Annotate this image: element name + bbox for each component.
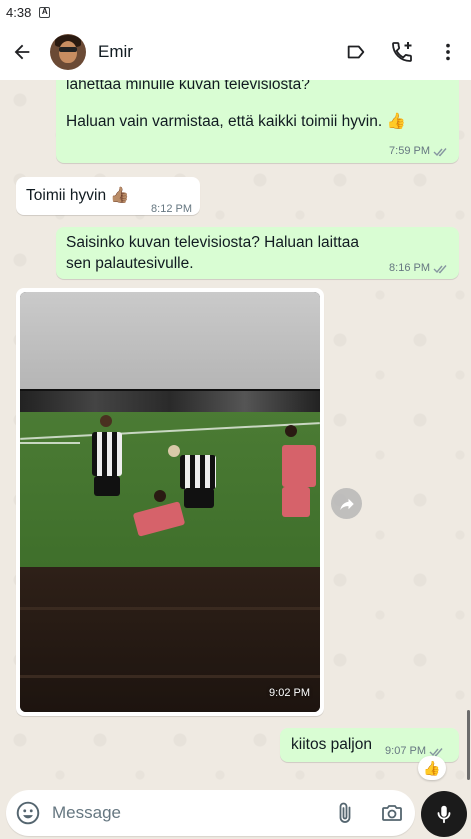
notification-icon: A	[39, 6, 51, 18]
message-meta: 8:16 PM	[389, 258, 449, 279]
image-message-bubble[interactable]: 9:02 PM	[16, 288, 324, 716]
message-text: Saisinko kuvan televisiosta? Haluan lait…	[66, 234, 359, 272]
message-meta: 7:59 PM	[389, 141, 449, 162]
message-text: Toimii hyvin 👍🏽	[26, 187, 130, 204]
camera-icon[interactable]	[379, 801, 405, 825]
double-check-icon	[433, 264, 447, 273]
double-check-icon	[433, 147, 447, 156]
message-input[interactable]	[52, 801, 302, 825]
scrollbar[interactable]	[467, 710, 470, 780]
message-text: lähettää minulle kuvan televisiosta?	[66, 80, 310, 93]
contact-avatar[interactable]	[50, 34, 86, 70]
contact-name[interactable]: Emir	[98, 42, 333, 62]
message-time: 8:12 PM	[151, 203, 192, 215]
message-time: 9:02 PM	[269, 687, 310, 699]
chat-header: Emir	[0, 24, 471, 80]
chat-area[interactable]: lähettää minulle kuvan televisiosta? Hal…	[0, 80, 471, 786]
message-time: 9:07 PM	[385, 745, 426, 757]
status-bar: 4:38 A	[0, 0, 471, 24]
mic-icon	[437, 805, 451, 824]
message-meta: 8:12 PM	[151, 199, 192, 220]
message-composer	[6, 790, 415, 836]
message-reaction[interactable]: 👍	[418, 756, 446, 780]
message-bubble-outgoing[interactable]: lähettää minulle kuvan televisiosta? Hal…	[56, 80, 459, 163]
message-bubble-outgoing[interactable]: Saisinko kuvan televisiosta? Haluan lait…	[56, 227, 459, 279]
forward-button[interactable]	[331, 488, 362, 519]
forward-icon	[339, 498, 354, 510]
emoji-icon[interactable]	[15, 800, 41, 826]
message-time: 8:16 PM	[389, 262, 430, 274]
status-time: 4:38	[6, 4, 32, 20]
message-bubble-incoming[interactable]: Toimii hyvin 👍🏽 8:12 PM	[16, 177, 200, 215]
message-text: kiitos paljon	[291, 736, 372, 753]
label-icon	[347, 45, 365, 59]
voice-message-button[interactable]	[421, 791, 467, 837]
more-options-button[interactable]	[425, 24, 471, 80]
message-text: Haluan vain varmistaa, että kaikki toimi…	[66, 113, 406, 130]
attach-icon[interactable]	[333, 801, 357, 825]
more-vert-icon	[446, 43, 450, 61]
add-call-icon	[392, 42, 412, 62]
message-time: 7:59 PM	[389, 145, 430, 157]
back-arrow-icon	[14, 44, 30, 60]
add-call-button[interactable]	[379, 24, 425, 80]
double-check-icon	[429, 747, 443, 756]
back-button[interactable]	[0, 24, 44, 80]
message-photo[interactable]: 9:02 PM	[20, 292, 320, 712]
label-button[interactable]	[333, 24, 379, 80]
